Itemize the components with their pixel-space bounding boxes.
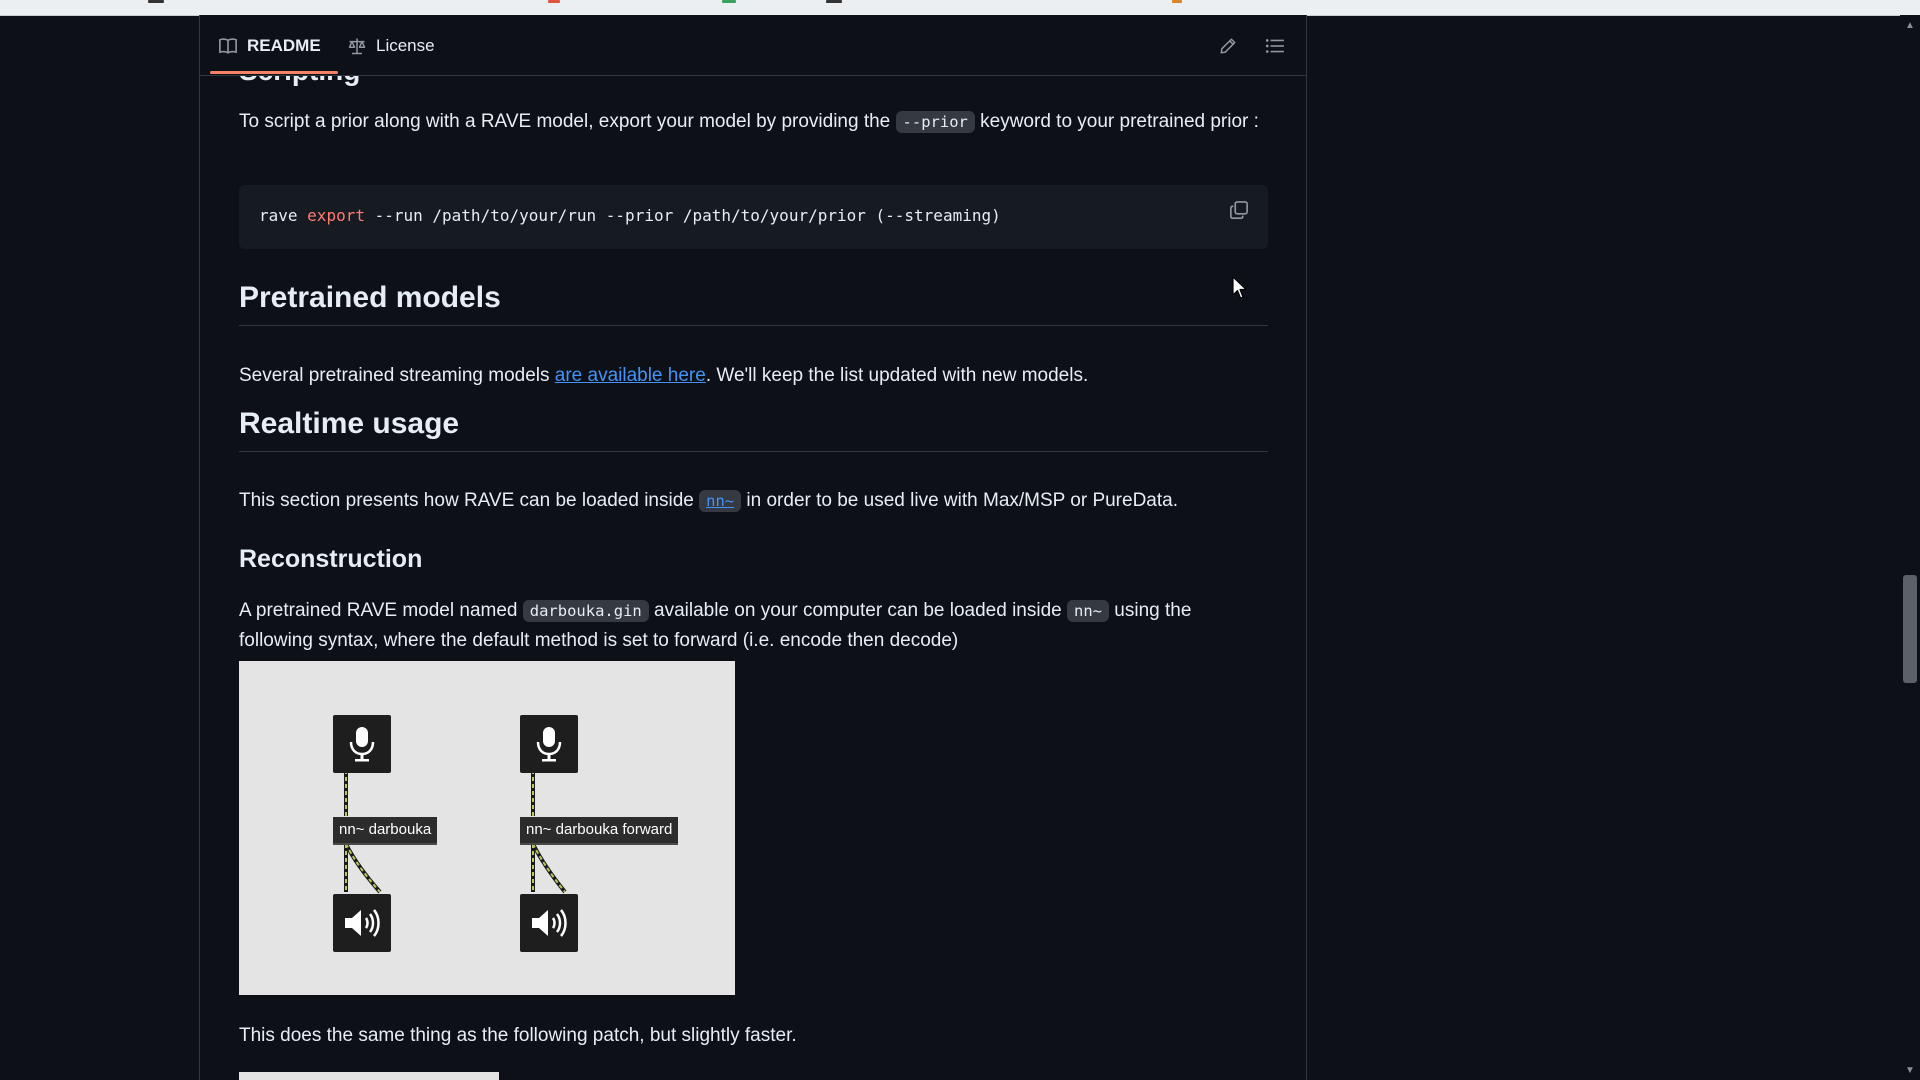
pretrained-paragraph: Several pretrained streaming models are …: [239, 361, 1268, 391]
heading-pretrained-models: Pretrained models: [239, 281, 1268, 326]
inline-code-prior: --prior: [895, 111, 975, 133]
code-line: rave export --run /path/to/your/run --pr…: [259, 206, 1001, 225]
reconstruction-paragraph: A pretrained RAVE model named darbouka.g…: [239, 596, 1268, 656]
available-models-link[interactable]: are available here: [555, 365, 706, 386]
reconstruction-text-mid: available on your computer can be loaded…: [648, 600, 1068, 621]
code-arguments: --run /path/to/your/run --prior /path/to…: [364, 206, 1001, 225]
browser-tab-fragment: [1172, 0, 1182, 3]
scale-icon: [347, 36, 367, 56]
browser-tab-fragment: [148, 0, 164, 3]
readme-tab-bar: README License: [200, 15, 1306, 76]
active-tab-indicator: [210, 71, 338, 74]
scroll-up-arrow-icon[interactable]: ▲: [1900, 15, 1920, 35]
inline-code-darbouka: darbouka.gin: [522, 600, 649, 622]
code-block: rave export --run /path/to/your/run --pr…: [239, 185, 1268, 249]
browser-tab-fragment: [826, 0, 842, 3]
heading-reconstruction: Reconstruction: [239, 545, 423, 573]
copy-button[interactable]: [1226, 199, 1252, 225]
after-image-paragraph: This does the same thing as the followin…: [239, 1025, 797, 1046]
next-patch-image: [239, 1072, 499, 1080]
pencil-icon[interactable]: [1215, 33, 1241, 59]
scripting-text-end: keyword to your pretrained prior :: [974, 111, 1259, 132]
browser-top-strip: [0, 0, 1920, 16]
scripting-paragraph: To script a prior along with a RAVE mode…: [239, 107, 1268, 137]
tab-license[interactable]: License: [347, 33, 435, 59]
copy-icon: [1229, 200, 1249, 225]
browser-tab-fragment: [722, 0, 736, 3]
code-command: rave: [259, 206, 298, 225]
nn-object-forward: nn~ darbouka forward: [520, 817, 679, 845]
speaker-icon: [520, 894, 578, 952]
tab-license-label: License: [376, 36, 435, 55]
scroll-down-arrow-icon[interactable]: ▼: [1900, 1060, 1920, 1080]
heading-realtime-usage: Realtime usage: [239, 407, 1268, 452]
nn-link[interactable]: nn~: [699, 490, 742, 512]
microphone-icon: [520, 715, 578, 773]
scripting-text: To script a prior along with a RAVE mode…: [239, 111, 896, 132]
book-icon: [218, 36, 238, 56]
code-keyword: export: [307, 206, 365, 225]
scroll-thumb[interactable]: [1903, 575, 1917, 683]
realtime-paragraph: This section presents how RAVE can be lo…: [239, 486, 1268, 516]
pretrained-text: Several pretrained streaming models: [239, 365, 555, 386]
reconstruction-text: A pretrained RAVE model named: [239, 600, 523, 621]
nn-link-text[interactable]: nn~: [706, 492, 734, 510]
pretrained-text-end: . We'll keep the list updated with new m…: [705, 365, 1089, 386]
tab-readme-label: README: [247, 36, 321, 55]
browser-tab-fragment: [548, 0, 560, 3]
speaker-icon: [333, 894, 391, 952]
mouse-cursor-icon: [1232, 276, 1247, 299]
realtime-text-end: in order to be used live with Max/MSP or…: [741, 490, 1178, 511]
max-patch-image: nn~ darbouka nn~ darbouka forward: [239, 661, 735, 995]
tab-readme[interactable]: README: [218, 33, 321, 59]
page-scrollbar[interactable]: ▲ ▼: [1900, 15, 1920, 1080]
realtime-text: This section presents how RAVE can be lo…: [239, 490, 700, 511]
list-icon[interactable]: [1262, 33, 1288, 59]
inline-code-nn: nn~: [1067, 600, 1110, 622]
readme-panel: README License Scripting To script a pri…: [199, 15, 1307, 1080]
microphone-icon: [333, 715, 391, 773]
nn-object-default: nn~ darbouka: [333, 817, 438, 845]
